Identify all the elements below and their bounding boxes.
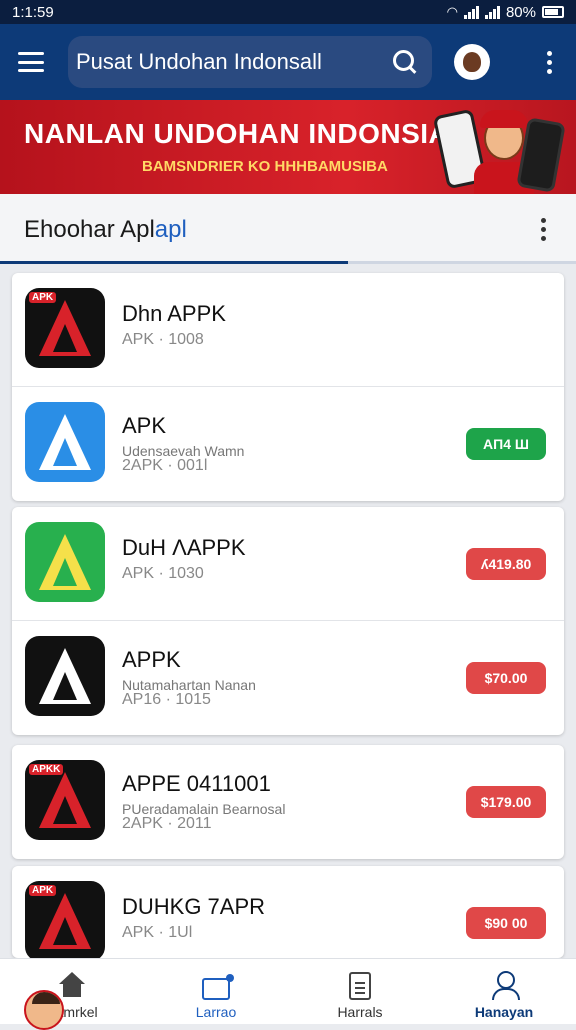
price-button[interactable]: ʎ419.80: [466, 548, 546, 580]
document-icon: [349, 972, 371, 1000]
nav-item-screen[interactable]: Larrao: [144, 959, 288, 1024]
price-button[interactable]: $90 00: [466, 907, 546, 939]
app-meta: APK · 1030: [122, 565, 204, 582]
banner-subtitle: BAMSNDRIER KO HHHBAMUSIBA: [142, 158, 388, 175]
price-button[interactable]: AП4 Ш: [466, 428, 546, 460]
profile-avatar[interactable]: [454, 44, 490, 80]
app-icon: [25, 636, 105, 716]
app-card-3: APKK APPE 0411001 PUeradamalain Bearnosal 2…: [12, 745, 564, 859]
signal-icon-2: [484, 5, 500, 19]
user-icon: [489, 970, 520, 1000]
more-options-icon[interactable]: [547, 50, 552, 74]
app-name: APK: [122, 413, 167, 438]
nav-item-home[interactable]: Kamrkel: [0, 959, 144, 1024]
app-icon: APK: [25, 288, 105, 368]
app-name: APPE 0411001: [122, 771, 271, 796]
home-icon: [57, 970, 87, 1000]
search-bar[interactable]: Pusat Undohan Indonsall: [68, 36, 432, 88]
bottom-nav: Kamrkel Larrao Harrals Hanayan: [0, 958, 576, 1024]
banner-illustration: [432, 104, 566, 194]
status-bar: 1:1:59 ◠ 80%: [0, 0, 576, 24]
promo-banner[interactable]: NANLAN UNDOHAN INDONSIA BAMSNDRIER KO HH…: [0, 100, 576, 194]
search-text[interactable]: Pusat Undohan Indonsall: [76, 49, 322, 75]
status-time: 1:1:59: [12, 3, 54, 21]
app-icon: APK: [25, 881, 105, 958]
app-bar: Pusat Undohan Indonsall: [0, 24, 576, 100]
section-more-icon[interactable]: [541, 218, 546, 241]
banner-title: NANLAN UNDOHAN INDONSIA: [24, 118, 450, 149]
app-meta: AP16 · 1015: [122, 691, 211, 708]
battery-percent: 80%: [505, 3, 536, 21]
app-row[interactable]: APPK Nutamahartan Nanan AP16 · 1015 $70.00: [12, 621, 564, 735]
app-name: Dhn APPK: [122, 301, 226, 326]
app-name: APPK: [122, 647, 181, 672]
app-icon: APKK: [25, 760, 105, 840]
search-icon[interactable]: [392, 49, 418, 75]
nav-item-profile[interactable]: Hanayan: [432, 959, 576, 1024]
battery-icon: [542, 6, 564, 18]
app-meta: 2APK · 2011: [122, 815, 212, 832]
nav-label: Harrals: [337, 1004, 383, 1020]
section-title: Ehoohar Aplapl: [24, 216, 187, 243]
user-avatar[interactable]: [24, 990, 64, 1030]
app-row[interactable]: DuH ɅAPPK APK · 1030 ʎ419.80: [12, 507, 564, 621]
app-row[interactable]: APK DUHKG 7APR APK · 1Ul $90 00: [12, 866, 564, 958]
app-card-4: APK DUHKG 7APR APK · 1Ul $90 00: [12, 866, 564, 958]
menu-icon[interactable]: [18, 52, 44, 72]
app-name: DUHKG 7APR: [122, 894, 266, 919]
section-header: Ehoohar Aplapl: [0, 194, 576, 264]
app-icon: [25, 402, 105, 482]
tab-indicator: [0, 261, 576, 264]
price-button[interactable]: $70.00: [466, 662, 546, 694]
app-meta: APK · 1008: [122, 331, 204, 348]
app-card-1: APK Dhn APPK APK · 1008 APK Udensaevah Wamn…: [12, 273, 564, 501]
app-icon: [25, 522, 105, 602]
nav-label: Larrao: [195, 1004, 237, 1020]
price-button[interactable]: $179.00: [466, 786, 546, 818]
nav-item-documents[interactable]: Harrals: [288, 959, 432, 1024]
app-row[interactable]: APK Udensaevah Wamn 2APK · 001l AП4 Ш: [12, 387, 564, 501]
status-icons: ◠ 80%: [447, 4, 564, 21]
app-row[interactable]: APK Dhn APPK APK · 1008: [12, 273, 564, 387]
screen-icon: [202, 974, 234, 1000]
signal-icon: [463, 5, 479, 19]
app-meta: 2APK · 001l: [122, 457, 208, 474]
nav-label: Hanayan: [474, 1004, 534, 1020]
app-meta: APK · 1Ul: [122, 924, 193, 941]
app-row[interactable]: APKK APPE 0411001 PUeradamalain Bearnosal 2…: [12, 745, 564, 859]
wifi-icon: ◠: [446, 4, 458, 19]
app-card-2: DuH ɅAPPK APK · 1030 ʎ419.80 APPK Nutamahar…: [12, 507, 564, 735]
app-name: DuH ɅAPPK: [122, 535, 246, 560]
